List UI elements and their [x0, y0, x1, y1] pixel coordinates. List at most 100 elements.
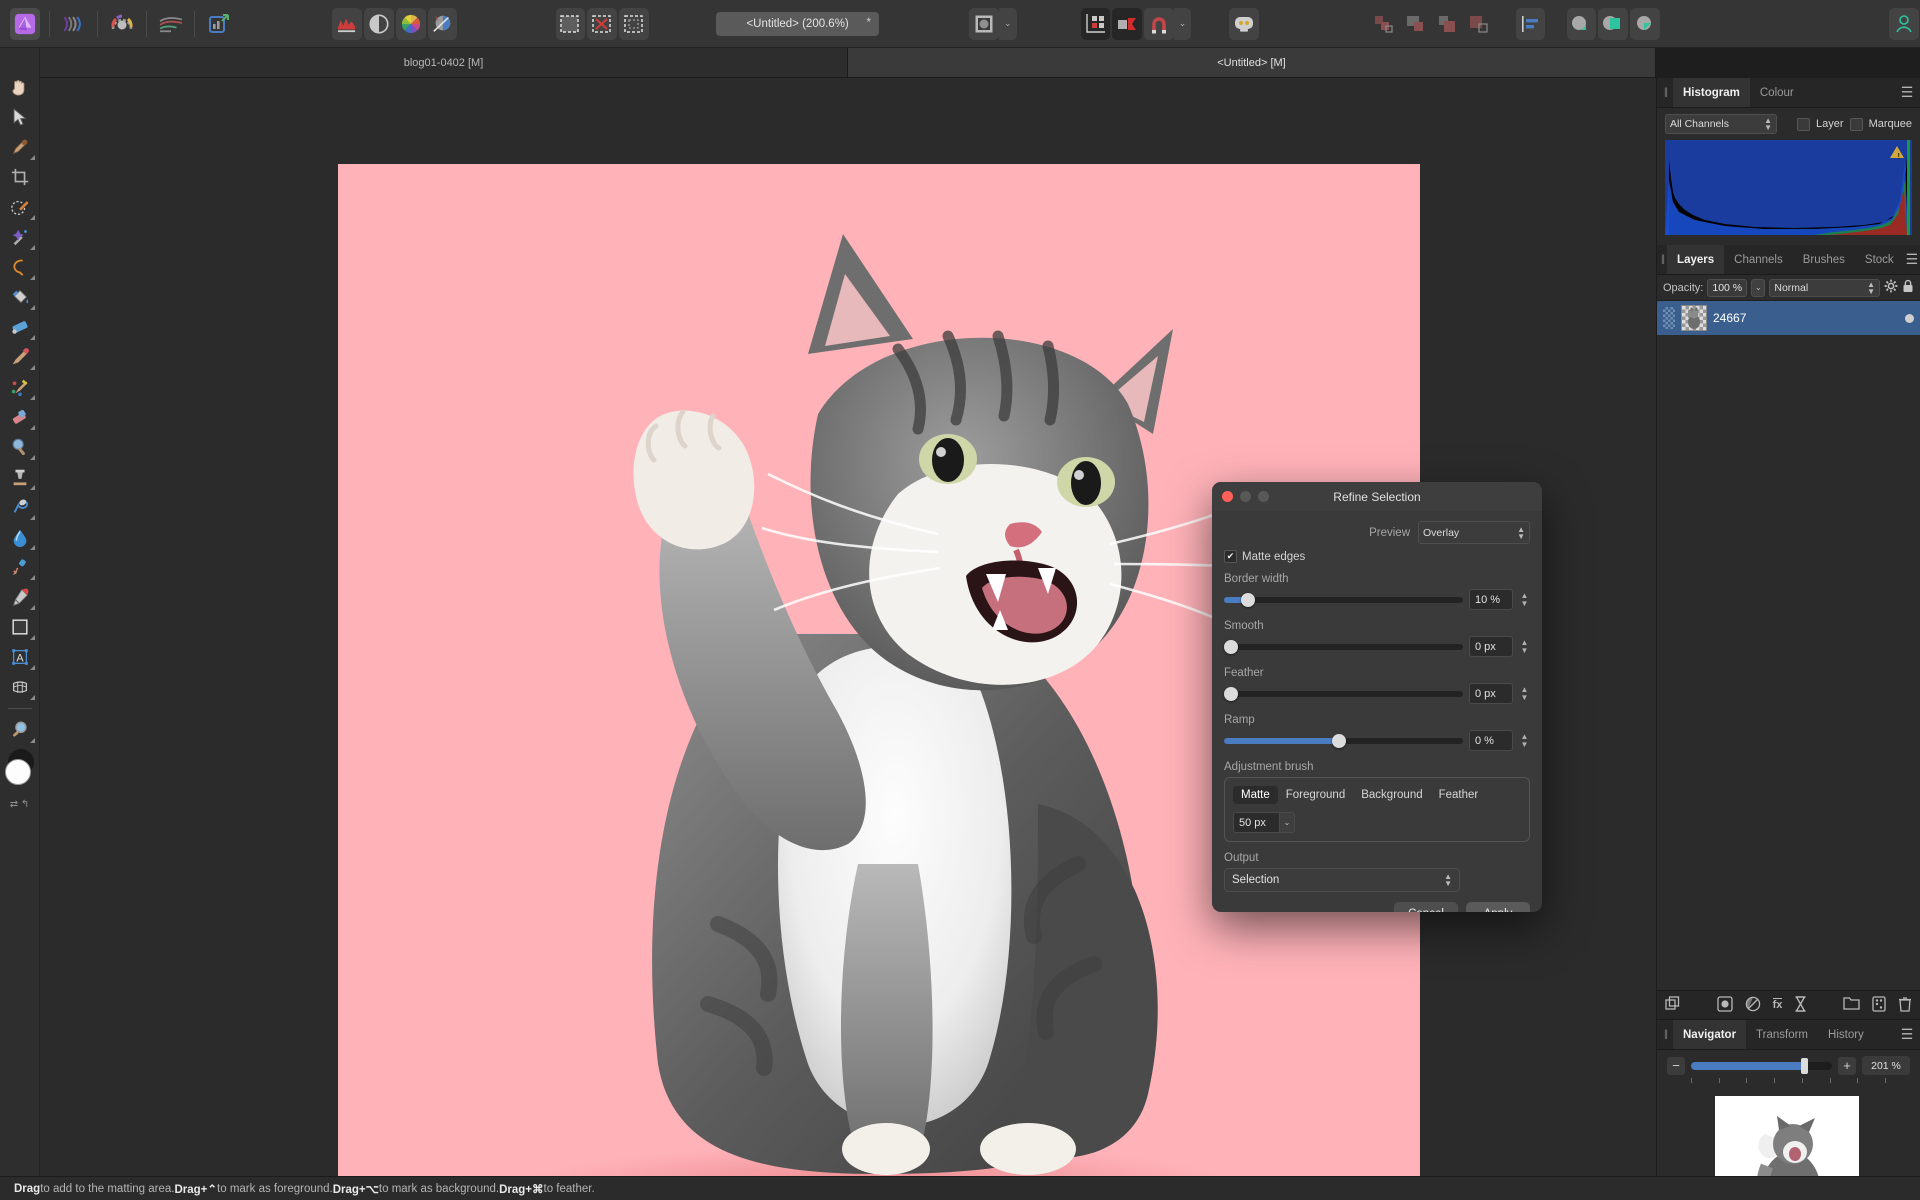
channel-select[interactable]: All Channels ▲ ▼: [1665, 114, 1777, 134]
live-filter-layer-icon[interactable]: fx: [1772, 998, 1783, 1012]
mask-icon[interactable]: [969, 7, 999, 40]
brush-size-caret-icon[interactable]: ⌄: [1279, 812, 1295, 833]
border-width-stepper-icon[interactable]: ▲ ▼: [1519, 591, 1530, 608]
zoom-in-button[interactable]: +: [1838, 1056, 1856, 1075]
tab-navigator[interactable]: Navigator: [1673, 1020, 1747, 1049]
ramp-slider[interactable]: [1224, 733, 1463, 748]
tab-histogram[interactable]: Histogram: [1673, 78, 1750, 107]
refine-selection-dialog[interactable]: Refine Selection Preview Overlay ▲ ▼ ✔ Ma…: [1212, 482, 1542, 912]
rectangle-tool[interactable]: [3, 612, 37, 642]
brush-size-field[interactable]: 50 px: [1233, 812, 1279, 833]
paint-mixer-brush-tool[interactable]: [3, 372, 37, 402]
align-left-icon[interactable]: [1515, 7, 1546, 40]
crop-tool[interactable]: [3, 162, 37, 192]
mask-icon[interactable]: [1872, 995, 1886, 1015]
tab-history[interactable]: History: [1818, 1020, 1874, 1049]
freehand-selection-tool[interactable]: [3, 252, 37, 282]
smooth-stepper-icon[interactable]: ▲ ▼: [1519, 638, 1530, 655]
feather-slider[interactable]: [1224, 686, 1463, 701]
panel-menu-icon[interactable]: ☰: [1894, 1020, 1920, 1049]
smooth-slider[interactable]: [1224, 639, 1463, 654]
group-layer-icon[interactable]: [1843, 996, 1860, 1014]
blend-mode-select[interactable]: Normal ▲ ▼: [1769, 278, 1880, 297]
invert-selection-icon[interactable]: [619, 7, 649, 40]
opacity-input[interactable]: 100 %: [1707, 278, 1748, 297]
zoom-slider[interactable]: [1691, 1057, 1832, 1074]
geometry-subtract-icon[interactable]: [1598, 7, 1628, 40]
flood-fill-tool[interactable]: [3, 282, 37, 312]
tab-channels[interactable]: Channels: [1724, 245, 1793, 274]
opacity-caret-icon[interactable]: ⌄: [1751, 278, 1766, 297]
document-tab-untitled[interactable]: <Untitled> [M]: [848, 48, 1656, 77]
swatch-reset-icons[interactable]: ⇄ ↰: [10, 799, 30, 810]
mask-options-caret[interactable]: ⌄: [999, 7, 1017, 40]
zoom-out-button[interactable]: −: [1667, 1056, 1685, 1075]
select-all-icon[interactable]: [555, 7, 586, 40]
export-persona-icon[interactable]: [204, 8, 234, 40]
document-title-field[interactable]: <Untitled> (200.6%) *: [716, 11, 879, 36]
cancel-button[interactable]: Cancel: [1394, 902, 1458, 912]
deselect-icon[interactable]: [587, 7, 617, 40]
smudge-brush-tool[interactable]: [3, 492, 37, 522]
flood-select-tool[interactable]: [3, 222, 37, 252]
layer-row-24667[interactable]: 24667: [1657, 301, 1920, 335]
feather-stepper-icon[interactable]: ▲ ▼: [1519, 685, 1530, 702]
apply-button[interactable]: Apply: [1466, 902, 1530, 912]
contrast-icon[interactable]: [364, 7, 394, 40]
move-backward-icon[interactable]: [1433, 8, 1463, 40]
brush-mode-feather[interactable]: Feather: [1431, 786, 1487, 804]
tab-colour[interactable]: Colour: [1750, 78, 1804, 107]
histogram-graph[interactable]: !: [1665, 140, 1912, 235]
pen-tool[interactable]: [3, 582, 37, 612]
lock-icon[interactable]: [1902, 279, 1914, 296]
magnet-options-caret[interactable]: ⌄: [1173, 7, 1192, 40]
panel-grip-icon[interactable]: | |: [1657, 245, 1667, 274]
snapping-options-icon[interactable]: [1112, 7, 1142, 40]
artistic-text-tool[interactable]: A: [3, 642, 37, 672]
liquify-persona-icon[interactable]: [58, 8, 88, 40]
erase-brush-tool[interactable]: [3, 402, 37, 432]
assistant-robot-icon[interactable]: [1229, 7, 1259, 40]
tone-mapping-persona-icon[interactable]: [156, 8, 186, 40]
matte-edges-row[interactable]: ✔ Matte edges: [1224, 550, 1530, 563]
zoom-value[interactable]: 201 %: [1862, 1056, 1910, 1075]
dodge-brush-tool[interactable]: [3, 432, 37, 462]
panel-grip-icon[interactable]: | |: [1657, 1020, 1673, 1049]
snapping-grid-icon[interactable]: [1080, 7, 1111, 40]
move-to-front-icon[interactable]: [1369, 8, 1399, 40]
dialog-title-bar[interactable]: Refine Selection: [1212, 482, 1542, 511]
affinity-photo-persona-icon[interactable]: [9, 7, 40, 40]
matte-edges-checkbox[interactable]: ✔: [1224, 550, 1237, 563]
geometry-add-icon[interactable]: [1566, 7, 1597, 40]
layer-drag-handle[interactable]: [1663, 307, 1675, 329]
brush-mode-matte[interactable]: Matte: [1233, 786, 1278, 804]
ramp-field[interactable]: 0 %: [1469, 730, 1513, 751]
inpainting-brush-tool[interactable]: [3, 552, 37, 582]
smooth-field[interactable]: 0 px: [1469, 636, 1513, 657]
geometry-intersect-icon[interactable]: [1630, 7, 1660, 40]
document-tab-blog01[interactable]: blog01-0402 [M]: [40, 48, 848, 77]
tab-transform[interactable]: Transform: [1746, 1020, 1818, 1049]
adjustment-layer-icon[interactable]: [1745, 996, 1761, 1015]
clone-brush-tool[interactable]: [3, 462, 37, 492]
mask-layer-icon[interactable]: [1794, 995, 1807, 1015]
ramp-stepper-icon[interactable]: ▲ ▼: [1519, 732, 1530, 749]
tab-stock[interactable]: Stock: [1855, 245, 1904, 274]
duplicate-layer-icon[interactable]: [1665, 995, 1681, 1015]
feather-field[interactable]: 0 px: [1469, 683, 1513, 704]
blur-brush-tool[interactable]: [3, 522, 37, 552]
panel-grip-icon[interactable]: | |: [1657, 78, 1673, 107]
brush-mode-foreground[interactable]: Foreground: [1278, 786, 1353, 804]
marquee-checkbox[interactable]: [1849, 117, 1863, 131]
develop-persona-icon[interactable]: [107, 8, 137, 40]
brush-size-control[interactable]: 50 px ⌄: [1233, 812, 1295, 833]
gear-icon[interactable]: [1884, 279, 1898, 296]
tab-brushes[interactable]: Brushes: [1793, 245, 1855, 274]
histogram-icon[interactable]: [332, 7, 362, 40]
border-width-slider[interactable]: [1224, 592, 1463, 607]
panel-menu-icon[interactable]: ☰: [1904, 245, 1920, 274]
pixel-layer-icon[interactable]: [1716, 995, 1733, 1015]
layer-checkbox[interactable]: [1797, 117, 1811, 131]
brush-mode-background[interactable]: Background: [1353, 786, 1430, 804]
account-icon[interactable]: [1889, 7, 1919, 40]
